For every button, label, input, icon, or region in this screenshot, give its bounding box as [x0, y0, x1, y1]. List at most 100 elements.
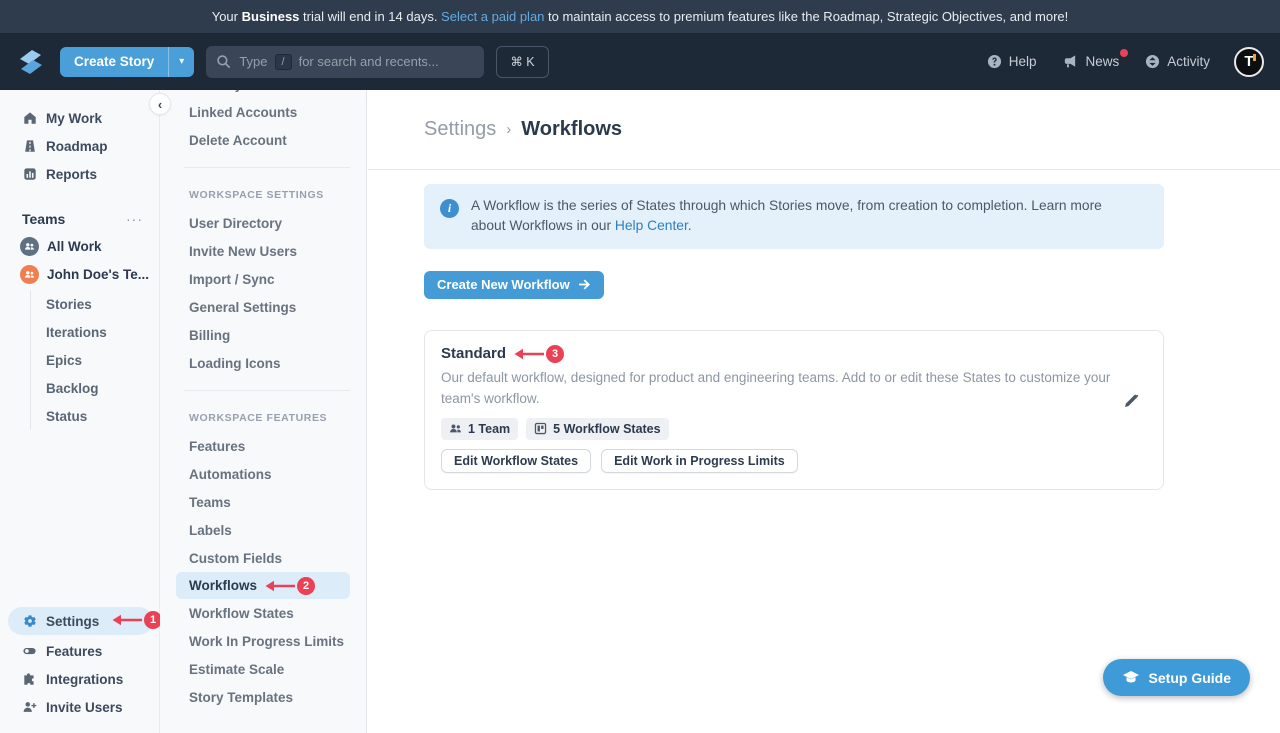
info-icon: i — [440, 199, 459, 218]
settings-menu-item-custom-fields[interactable]: Custom Fields — [160, 544, 366, 572]
search-input[interactable]: Type / for search and recents... — [206, 46, 484, 78]
sidebar-item-epics[interactable]: Epics — [46, 346, 159, 374]
activity-button[interactable]: Activity — [1145, 54, 1210, 69]
settings-menu-item-workflow-states[interactable]: Workflow States — [160, 599, 366, 627]
create-story-label: Create Story — [60, 54, 168, 69]
banner-text: to maintain access to premium features l… — [544, 9, 1068, 24]
chevron-down-icon[interactable]: ▾ — [168, 47, 194, 77]
sidebar-item-integrations[interactable]: Integrations — [0, 665, 159, 693]
settings-menu-item-security[interactable]: Security — [160, 90, 366, 98]
edit-workflow-states-button[interactable]: Edit Workflow States — [441, 449, 591, 473]
create-story-button[interactable]: Create Story ▾ — [60, 47, 194, 77]
create-new-workflow-button[interactable]: Create New Workflow — [424, 271, 604, 299]
settings-menu-item-user-directory[interactable]: User Directory — [160, 209, 366, 237]
workflow-states-badge: 5 Workflow States — [526, 418, 668, 440]
sidebar-item-invite-users[interactable]: Invite Users — [0, 693, 159, 721]
team-count-badge: 1 Team — [441, 418, 518, 440]
main-content: Settings › Workflows i A Workflow is the… — [368, 90, 1280, 733]
search-placeholder: for search and recents... — [299, 54, 439, 69]
sidebar-item-settings[interactable]: Settings 1 — [8, 607, 153, 635]
sidebar-item-stories[interactable]: Stories — [46, 290, 159, 318]
settings-menu-item-invite-new-users[interactable]: Invite New Users — [160, 237, 366, 265]
settings-menu-item-automations[interactable]: Automations — [160, 460, 366, 488]
menu-divider — [184, 390, 350, 391]
team-label: John Doe's Te... — [47, 267, 149, 282]
annotation-1: 1 — [110, 611, 162, 629]
collapse-panel-button[interactable]: ‹ — [149, 93, 171, 115]
workflow-states-label: 5 Workflow States — [553, 422, 660, 436]
setup-guide-label: Setup Guide — [1149, 670, 1231, 686]
red-arrow-icon — [512, 347, 545, 361]
breadcrumb-settings[interactable]: Settings — [424, 118, 496, 141]
settings-menu-item-loading-icons[interactable]: Loading Icons — [160, 349, 366, 377]
banner-text: Your — [212, 9, 242, 24]
edit-wip-limits-button[interactable]: Edit Work in Progress Limits — [601, 449, 798, 473]
settings-menu-item-import-sync[interactable]: Import / Sync — [160, 265, 366, 293]
red-arrow-icon — [110, 613, 143, 627]
sidebar-item-features[interactable]: Features — [0, 637, 159, 665]
toggle-icon — [22, 644, 37, 658]
settings-menu-item-workflows-active[interactable]: Workflows 2 — [176, 572, 350, 599]
select-paid-plan-link[interactable]: Select a paid plan — [441, 9, 544, 24]
annotation-3: 3 — [512, 345, 564, 363]
avatar-accent-mark — [1253, 54, 1256, 61]
slash-key-hint: / — [275, 54, 292, 70]
red-arrow-icon — [263, 579, 296, 593]
sidebar-item-roadmap[interactable]: Roadmap — [0, 132, 159, 160]
settings-menu-item-delete-account[interactable]: Delete Account — [160, 126, 366, 154]
settings-menu-item-labels[interactable]: Labels — [160, 516, 366, 544]
sidebar-bottom-group: Settings 1 Features Integrations Invite … — [0, 607, 159, 721]
keyboard-shortcut-badge[interactable]: ⌘ K — [496, 46, 548, 78]
settings-menu-item-teams[interactable]: Teams — [160, 488, 366, 516]
setup-guide-button[interactable]: Setup Guide — [1103, 659, 1250, 696]
sidebar-item-backlog[interactable]: Backlog — [46, 374, 159, 402]
news-button[interactable]: News — [1062, 54, 1119, 69]
help-button[interactable]: Help — [987, 54, 1037, 69]
create-new-workflow-label: Create New Workflow — [437, 277, 570, 292]
workflow-badges: 1 Team 5 Workflow States — [441, 418, 1147, 440]
workspace-features-header: WORKSPACE FEATURES — [160, 404, 366, 432]
puzzle-icon — [22, 672, 37, 686]
settings-menu-item-features[interactable]: Features — [160, 432, 366, 460]
activity-icon — [1145, 54, 1160, 69]
kanban-board-icon — [534, 422, 547, 435]
settings-menu-item-estimate-scale[interactable]: Estimate Scale — [160, 655, 366, 683]
reports-icon — [22, 167, 37, 181]
user-avatar[interactable]: T — [1234, 47, 1264, 77]
sidebar-item-all-work[interactable]: All Work — [0, 232, 159, 260]
settings-menu-panel: Security Linked Accounts Delete Account … — [160, 90, 367, 733]
sidebar-item-reports[interactable]: Reports — [0, 160, 159, 188]
sidebar-item-iterations[interactable]: Iterations — [46, 318, 159, 346]
team-sub-list: Stories Iterations Epics Backlog Status — [30, 290, 159, 430]
shortcut-logo-icon[interactable] — [16, 47, 46, 77]
left-sidebar: My Work Roadmap Reports Teams ··· All Wo… — [0, 90, 160, 733]
breadcrumb-separator: › — [506, 121, 511, 138]
settings-menu-item-general-settings[interactable]: General Settings — [160, 293, 366, 321]
gear-icon — [22, 614, 37, 628]
annotation-number: 3 — [546, 345, 564, 363]
settings-menu-item-linked-accounts[interactable]: Linked Accounts — [160, 98, 366, 126]
roadmap-icon — [22, 139, 37, 153]
edit-pencil-icon[interactable] — [1123, 393, 1139, 414]
sidebar-item-label: Reports — [46, 167, 97, 182]
workflow-info-banner: i A Workflow is the series of States thr… — [424, 184, 1164, 249]
people-icon — [449, 422, 462, 435]
home-icon — [22, 111, 37, 125]
teams-menu-button[interactable]: ··· — [126, 211, 143, 227]
search-icon — [216, 54, 231, 69]
workflow-card-standard: Standard 3 Our default workflow, designe… — [424, 330, 1164, 490]
help-center-link[interactable]: Help Center — [615, 218, 688, 233]
question-circle-icon — [987, 54, 1002, 69]
sidebar-item-status[interactable]: Status — [46, 402, 159, 430]
settings-menu-item-story-templates[interactable]: Story Templates — [160, 683, 366, 711]
settings-menu-item-billing[interactable]: Billing — [160, 321, 366, 349]
sidebar-item-label: My Work — [46, 111, 102, 126]
sidebar-item-john-does-team[interactable]: John Doe's Te... — [0, 260, 159, 288]
sidebar-item-label: Integrations — [46, 672, 123, 687]
app-window: Your Business trial will end in 14 days.… — [0, 0, 1280, 733]
person-plus-icon — [22, 700, 37, 714]
settings-menu-item-wip-limits[interactable]: Work In Progress Limits — [160, 627, 366, 655]
sidebar-item-my-work[interactable]: My Work — [0, 104, 159, 132]
sidebar-item-label: Roadmap — [46, 139, 108, 154]
graduation-cap-icon — [1122, 670, 1140, 686]
